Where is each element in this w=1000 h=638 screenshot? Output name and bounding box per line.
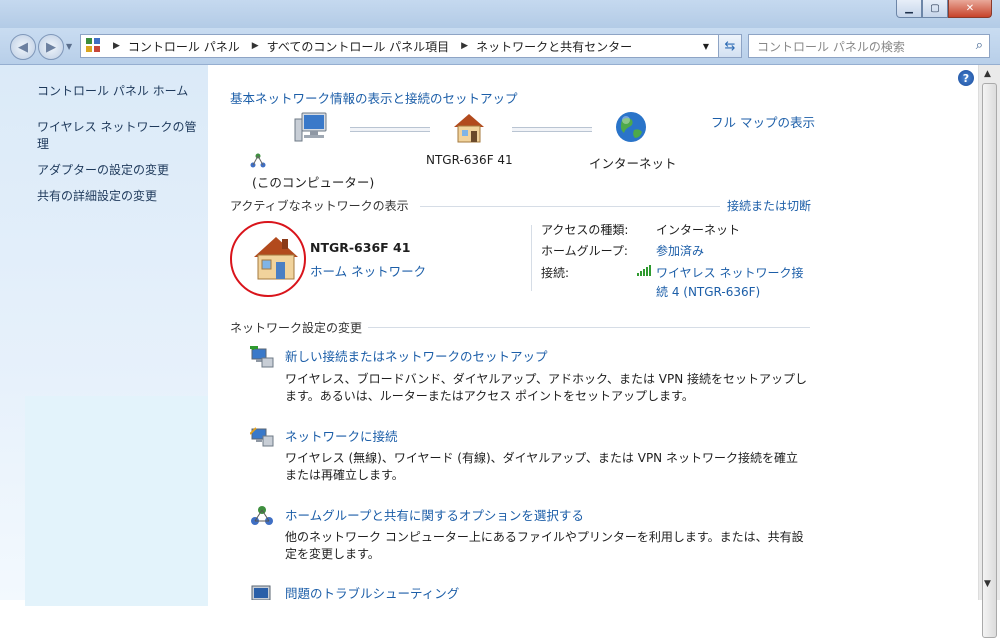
breadcrumb-control-panel[interactable]: コントロール パネル [128, 38, 240, 55]
breadcrumb-all-items[interactable]: すべてのコントロール パネル項目 [267, 38, 450, 55]
control-panel-icon [85, 37, 101, 56]
homegroup-label: ホームグループ: [541, 244, 628, 258]
forward-arrow-icon: ▶ [46, 39, 56, 55]
computer-label: (このコンピューター) [252, 175, 375, 190]
homegroup-joined-link[interactable]: 参加済み [656, 242, 704, 259]
sidebar-item-home[interactable]: コントロール パネル ホーム [37, 83, 202, 100]
maximize-icon: ▢ [930, 3, 940, 14]
window-controls: ▁ ▢ ✕ [896, 0, 992, 20]
divider [420, 206, 720, 207]
sidebar-see-also-panel [25, 396, 208, 606]
breadcrumb-chevron-icon[interactable]: ▶ [252, 41, 259, 51]
internet-label: インターネット [589, 156, 677, 171]
maximize-button[interactable]: ▢ [922, 0, 948, 18]
sidebar-item-wireless[interactable]: ワイヤレス ネットワークの管理 [37, 119, 202, 153]
main-content: 基本ネットワーク情報の表示と接続のセットアップ フル マップの表示 (このコンピ… [208, 65, 978, 603]
sidebar: コントロール パネル ホーム ワイヤレス ネットワークの管理 アダプターの設定の… [0, 65, 208, 606]
search-icon[interactable]: ⌕ [976, 38, 983, 53]
home-network-house-icon [248, 235, 302, 284]
connection-line [350, 127, 430, 132]
full-map-link[interactable]: フル マップの表示 [711, 112, 815, 131]
homegroup-options-icon [250, 505, 274, 530]
back-arrow-icon: ◀ [18, 39, 28, 55]
access-type-value: インターネット [656, 223, 741, 237]
close-icon: ✕ [965, 3, 975, 14]
close-button[interactable]: ✕ [948, 0, 992, 18]
scroll-down-icon[interactable]: ▼ [984, 579, 991, 589]
connection-label: 接続: [541, 266, 570, 280]
setup-new-connection-link[interactable]: 新しい接続またはネットワークのセットアップ [285, 346, 548, 365]
access-type-label: アクセスの種類: [541, 223, 629, 237]
router-house-icon [452, 112, 486, 147]
task-description: 定を変更します。 [285, 547, 380, 561]
scrollbar-thumb[interactable] [982, 83, 997, 638]
task-description: または再確立します。 [285, 468, 404, 482]
search-placeholder: コントロール パネルの検索 [757, 39, 905, 54]
homegroup-sharing-options-link[interactable]: ホームグループと共有に関するオプションを選択する [285, 505, 584, 524]
scroll-up-icon[interactable]: ▲ [984, 69, 991, 79]
breadcrumb-chevron-icon[interactable]: ▶ [113, 41, 120, 51]
address-dropdown-icon[interactable]: ▼ [703, 42, 709, 51]
breadcrumb-network-center[interactable]: ネットワークと共有センター [476, 38, 632, 55]
minimize-icon: ▁ [905, 3, 913, 14]
sidebar-item-sharing[interactable]: 共有の詳細設定の変更 [37, 188, 202, 205]
active-networks-heading: アクティブなネットワークの表示 [230, 199, 409, 213]
network-nodes-icon [250, 153, 266, 172]
task-description: ます。あるいは、ルーターまたはアクセス ポイントをセットアップします。 [285, 389, 694, 403]
active-network-name: NTGR-636F 41 [310, 240, 411, 255]
troubleshoot-icon [250, 584, 274, 603]
vertical-scrollbar[interactable]: ▲ ▼ [978, 65, 1000, 638]
computer-icon [294, 111, 330, 148]
change-settings-heading: ネットワーク設定の変更 [230, 321, 363, 335]
connect-disconnect-link[interactable]: 接続または切断 [727, 197, 811, 214]
search-input[interactable]: コントロール パネルの検索 ⌕ [748, 34, 990, 58]
divider [368, 327, 810, 328]
back-button[interactable]: ◀ [10, 34, 36, 60]
network-type-link[interactable]: ホーム ネットワーク [310, 261, 426, 280]
recent-pages-icon[interactable]: ▼ [66, 42, 72, 51]
page-title: 基本ネットワーク情報の表示と接続のセットアップ [230, 91, 518, 106]
refresh-button[interactable]: ⇆ [718, 34, 742, 58]
minimize-button[interactable]: ▁ [896, 0, 922, 18]
address-bar[interactable]: ▶ コントロール パネル ▶ すべてのコントロール パネル項目 ▶ ネットワークと共有… [80, 34, 740, 58]
connection-line [512, 127, 592, 132]
window-titlebar: ▁ ▢ ✕ [0, 0, 1000, 28]
sidebar-item-adapter[interactable]: アダプターの設定の変更 [37, 162, 202, 179]
help-icon[interactable]: ? [958, 70, 974, 86]
connect-network-icon [249, 426, 274, 451]
wireless-connection-link-line2[interactable]: 続 4 (NTGR-636F) [656, 283, 760, 300]
wireless-connection-link[interactable]: ワイヤレス ネットワーク接 [656, 264, 803, 281]
signal-strength-icon [637, 264, 653, 279]
divider [531, 225, 532, 291]
router-label: NTGR-636F 41 [426, 153, 513, 167]
internet-globe-icon [614, 110, 648, 147]
breadcrumb-chevron-icon[interactable]: ▶ [461, 41, 468, 51]
troubleshoot-problems-link[interactable]: 問題のトラブルシューティング [285, 583, 459, 600]
refresh-icon: ⇆ [724, 38, 736, 54]
new-connection-icon [250, 344, 274, 371]
connect-to-network-link[interactable]: ネットワークに接続 [285, 426, 398, 445]
navigation-bar: ◀ ▶ ▼ ▶ コントロール パネル ▶ すべてのコントロール パネル項目 ▶ ネット… [0, 28, 1000, 65]
forward-button[interactable]: ▶ [38, 34, 64, 60]
